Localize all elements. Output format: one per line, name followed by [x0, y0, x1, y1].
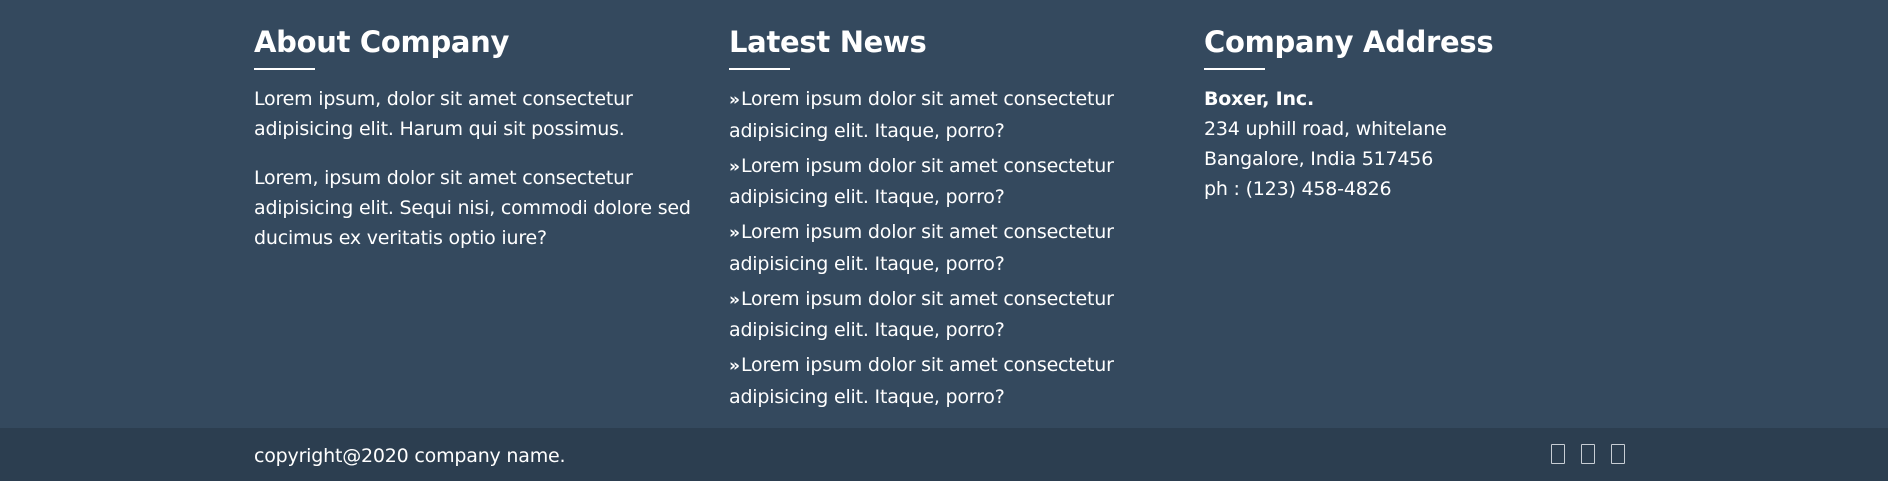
- double-chevron-right-icon: »: [729, 356, 740, 376]
- about-company-title: About Company: [254, 25, 510, 59]
- news-link[interactable]: Lorem ipsum dolor sit amet consectetur a…: [729, 221, 1114, 275]
- title-underline: [1204, 68, 1265, 70]
- social-icon[interactable]: [1581, 444, 1595, 464]
- about-company-column: About Company Lorem ipsum, dolor sit ame…: [254, 24, 694, 253]
- social-icon[interactable]: [1611, 444, 1625, 464]
- news-item: » Lorem ipsum dolor sit amet consectetur …: [729, 84, 1169, 146]
- latest-news-title: Latest News: [729, 25, 927, 59]
- social-links: [1551, 444, 1625, 464]
- news-link[interactable]: Lorem ipsum dolor sit amet consectetur a…: [729, 155, 1114, 209]
- news-list: » Lorem ipsum dolor sit amet consectetur …: [729, 84, 1169, 412]
- about-paragraph-2: Lorem, ipsum dolor sit amet consectetur …: [254, 167, 691, 249]
- news-link[interactable]: Lorem ipsum dolor sit amet consectetur a…: [729, 288, 1114, 342]
- news-link[interactable]: Lorem ipsum dolor sit amet consectetur a…: [729, 354, 1114, 408]
- company-name: Boxer, Inc.: [1204, 88, 1314, 110]
- news-item: » Lorem ipsum dolor sit amet consectetur …: [729, 350, 1169, 412]
- double-chevron-right-icon: »: [729, 223, 740, 243]
- copyright-text: copyright@2020 company name.: [254, 445, 566, 467]
- address-line-1: 234 uphill road, whitelane: [1204, 118, 1447, 140]
- company-address-title: Company Address: [1204, 25, 1494, 59]
- company-address-column: Company Address Boxer, Inc. 234 uphill r…: [1204, 24, 1644, 204]
- news-item: » Lorem ipsum dolor sit amet consectetur …: [729, 217, 1169, 279]
- news-item: » Lorem ipsum dolor sit amet consectetur …: [729, 284, 1169, 346]
- footer-bottom-bar: copyright@2020 company name.: [0, 428, 1888, 481]
- double-chevron-right-icon: »: [729, 289, 740, 310]
- news-link[interactable]: Lorem ipsum dolor sit amet consectetur a…: [729, 88, 1114, 142]
- title-underline: [729, 68, 790, 70]
- phone-number: ph : (123) 458-4826: [1204, 178, 1392, 200]
- news-item: » Lorem ipsum dolor sit amet consectetur …: [729, 151, 1169, 213]
- double-chevron-right-icon: »: [729, 156, 740, 177]
- latest-news-column: Latest News » Lorem ipsum dolor sit amet …: [729, 24, 1169, 417]
- about-paragraph-1: Lorem ipsum, dolor sit amet consectetur …: [254, 88, 633, 140]
- footer-top: About Company Lorem ipsum, dolor sit ame…: [0, 0, 1888, 428]
- social-icon[interactable]: [1551, 444, 1565, 464]
- address-line-2: Bangalore, India 517456: [1204, 148, 1434, 170]
- title-underline: [254, 68, 315, 70]
- double-chevron-right-icon: »: [729, 90, 740, 110]
